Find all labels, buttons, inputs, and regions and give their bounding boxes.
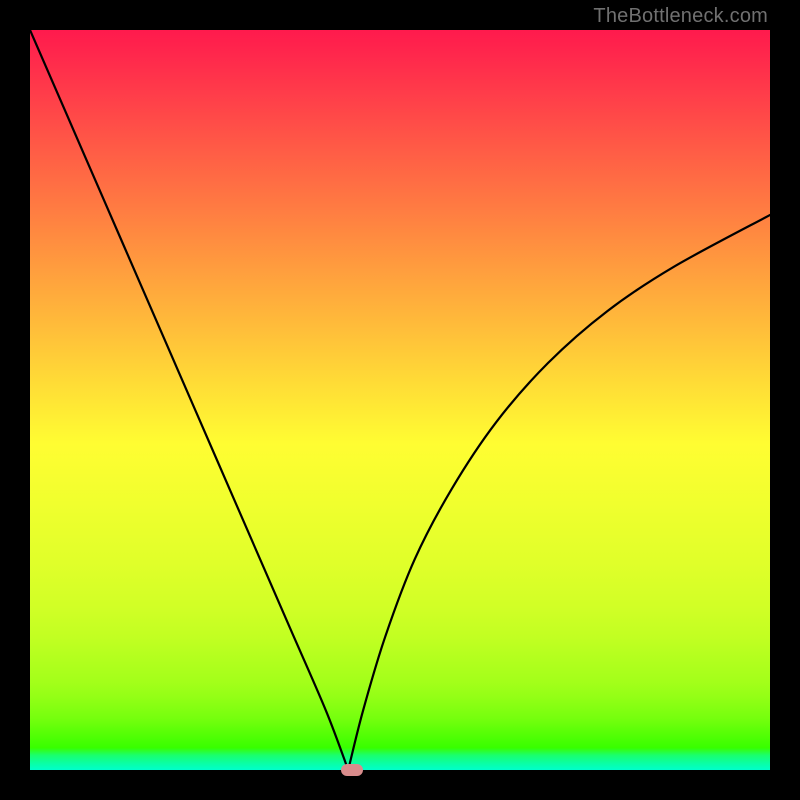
curve-right bbox=[348, 215, 770, 770]
chart-frame: TheBottleneck.com bbox=[0, 0, 800, 800]
curve-svg bbox=[30, 30, 770, 770]
optimal-marker bbox=[341, 764, 363, 776]
plot-area bbox=[30, 30, 770, 770]
curve-left bbox=[30, 30, 348, 770]
watermark-text: TheBottleneck.com bbox=[593, 5, 768, 28]
